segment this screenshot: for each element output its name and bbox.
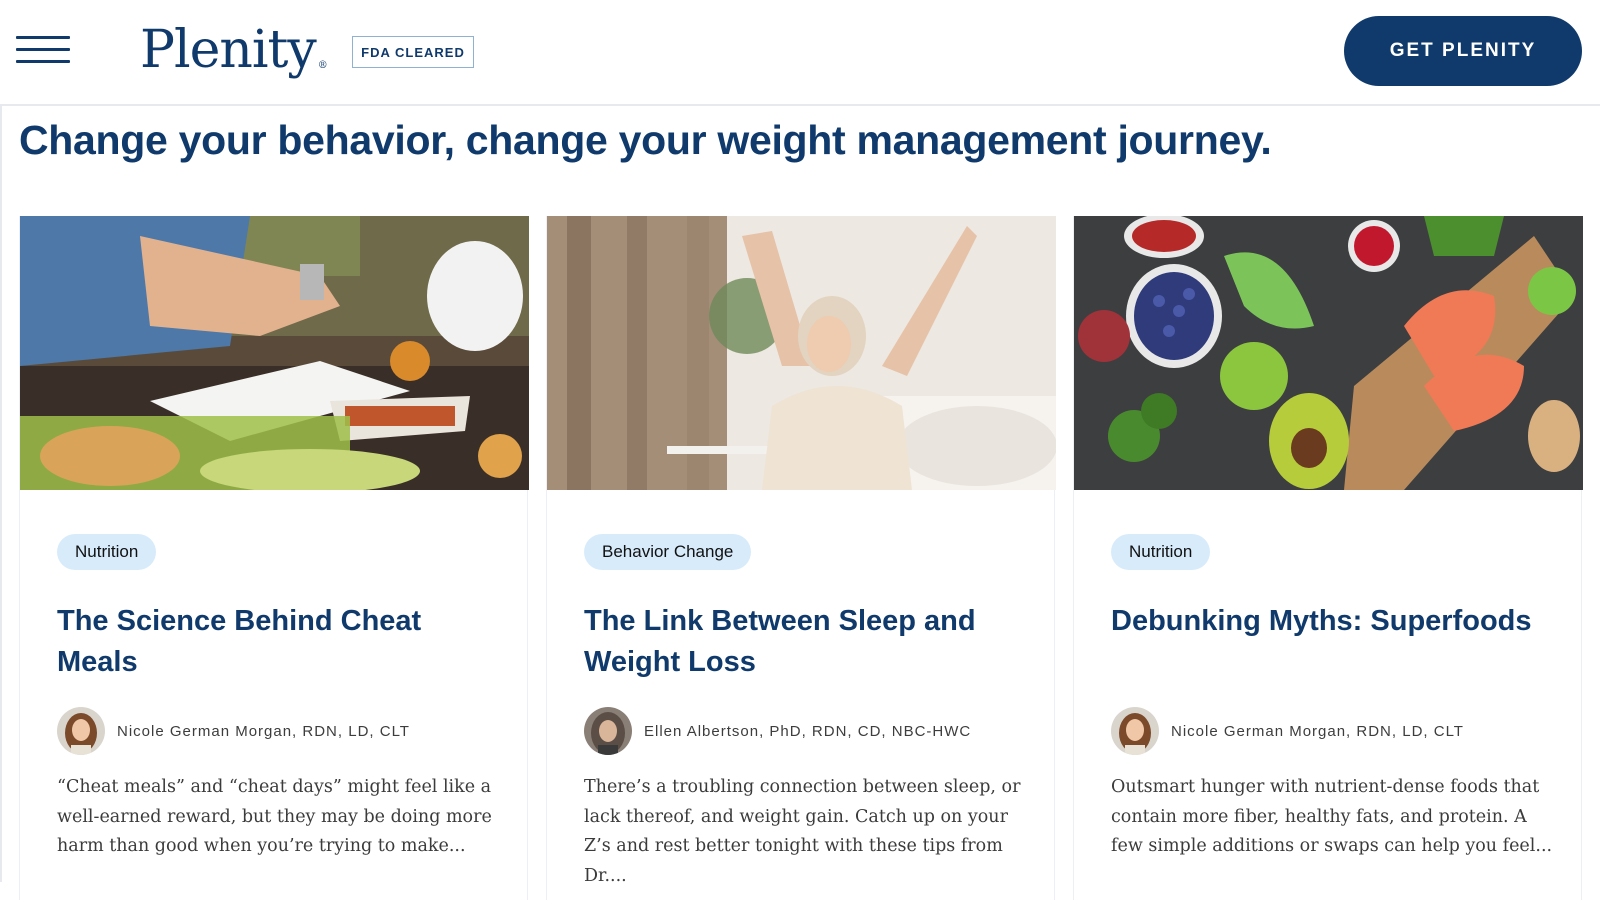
author-name: Ellen Albertson, PhD, RDN, CD, NBC-HWC <box>644 722 972 740</box>
article-excerpt: “Cheat meals” and “cheat days” might fee… <box>57 777 492 856</box>
article-excerpt: Outsmart hunger with nutrient-dense food… <box>1111 777 1553 856</box>
superfoods-image[interactable] <box>1074 216 1583 490</box>
article-card[interactable]: Nutrition The Science Behind Cheat Meals… <box>19 216 529 900</box>
author-name: Nicole German Morgan, RDN, LD, CLT <box>117 722 410 740</box>
left-divider <box>0 106 2 882</box>
category-tag[interactable]: Nutrition <box>1111 534 1211 570</box>
sleep-woman-image[interactable] <box>547 216 1056 490</box>
article-card[interactable]: Behavior Change The Link Between Sleep a… <box>546 216 1056 900</box>
article-card[interactable]: Nutrition Debunking Myths: Superfoods Ni… <box>1073 216 1583 900</box>
article-title[interactable]: The Science Behind Cheat Meals <box>57 601 497 683</box>
cheat-meal-image[interactable] <box>20 216 529 490</box>
category-tag[interactable]: Behavior Change <box>584 534 752 570</box>
author-avatar <box>57 707 105 755</box>
fda-cleared-badge: FDA CLEARED <box>352 36 474 68</box>
author-avatar <box>584 707 632 755</box>
category-tag[interactable]: Nutrition <box>57 534 157 570</box>
author-row: Nicole German Morgan, RDN, LD, CLT <box>1111 706 1464 756</box>
article-excerpt: There’s a troubling connection between s… <box>584 777 1021 886</box>
author-row: Ellen Albertson, PhD, RDN, CD, NBC-HWC <box>584 706 971 756</box>
get-plenity-button[interactable]: GET PLENITY <box>1344 16 1582 86</box>
hamburger-menu-icon[interactable] <box>16 36 70 64</box>
article-title[interactable]: Debunking Myths: Superfoods <box>1111 601 1551 642</box>
author-name: Nicole German Morgan, RDN, LD, CLT <box>1171 722 1464 740</box>
page-title: Change your behavior, change your weight… <box>19 117 1272 163</box>
plenity-logo[interactable]: Plenity ® <box>140 18 328 82</box>
author-row: Nicole German Morgan, RDN, LD, CLT <box>57 706 410 756</box>
article-title[interactable]: The Link Between Sleep and Weight Loss <box>584 601 1024 683</box>
site-header: Plenity ® FDA CLEARED GET PLENITY <box>0 0 1600 106</box>
author-avatar <box>1111 707 1159 755</box>
